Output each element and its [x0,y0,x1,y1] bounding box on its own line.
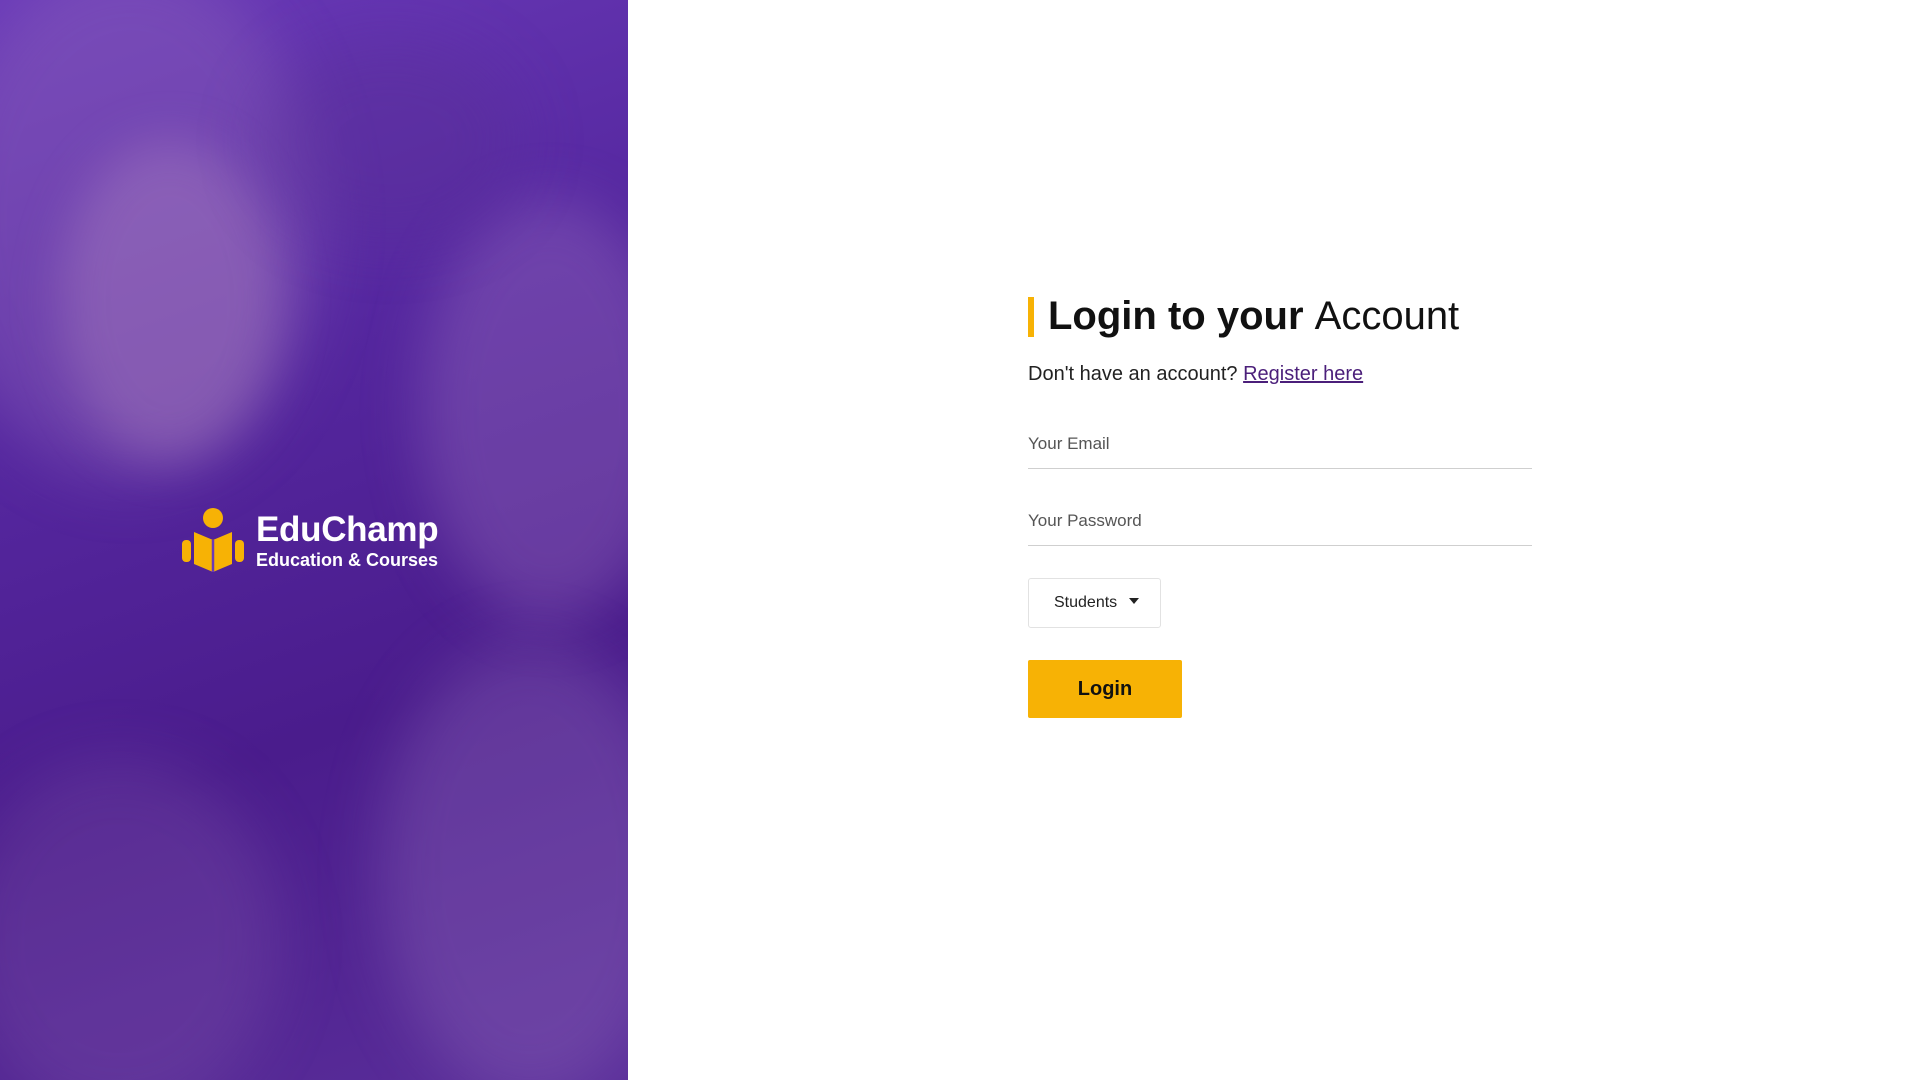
register-prompt: Don't have an account? [1028,363,1238,385]
background-photo-shape [420,200,628,620]
brand-text: EduChamp Education & Courses [256,509,439,570]
email-field[interactable] [1028,434,1532,469]
register-link[interactable]: Register here [1243,363,1363,385]
title-bold: Login to your [1048,294,1304,338]
page-title: Login to your Account [1028,295,1532,337]
hero-panel: EduChamp Education & Courses [0,0,628,1080]
role-select[interactable]: Students [1028,578,1161,628]
role-select-value: Students [1054,594,1118,611]
brand-logo[interactable]: EduChamp Education & Courses [180,506,439,574]
password-field[interactable] [1028,511,1532,546]
register-prompt-line: Don't have an account? Register here [1028,363,1532,386]
background-photo-shape [260,40,520,240]
caret-down-icon [1129,598,1140,604]
brand-tagline: Education & Courses [256,549,439,570]
background-photo-shape [0,760,280,1080]
login-form: Login to your Account Don't have an acco… [1028,295,1532,718]
background-photo-shape [380,640,628,1080]
title-light: Account [1314,294,1460,338]
brand-name: EduChamp [256,509,439,549]
login-button[interactable]: Login [1028,660,1182,718]
background-photo-shape [60,140,280,460]
reading-person-icon [182,508,244,572]
